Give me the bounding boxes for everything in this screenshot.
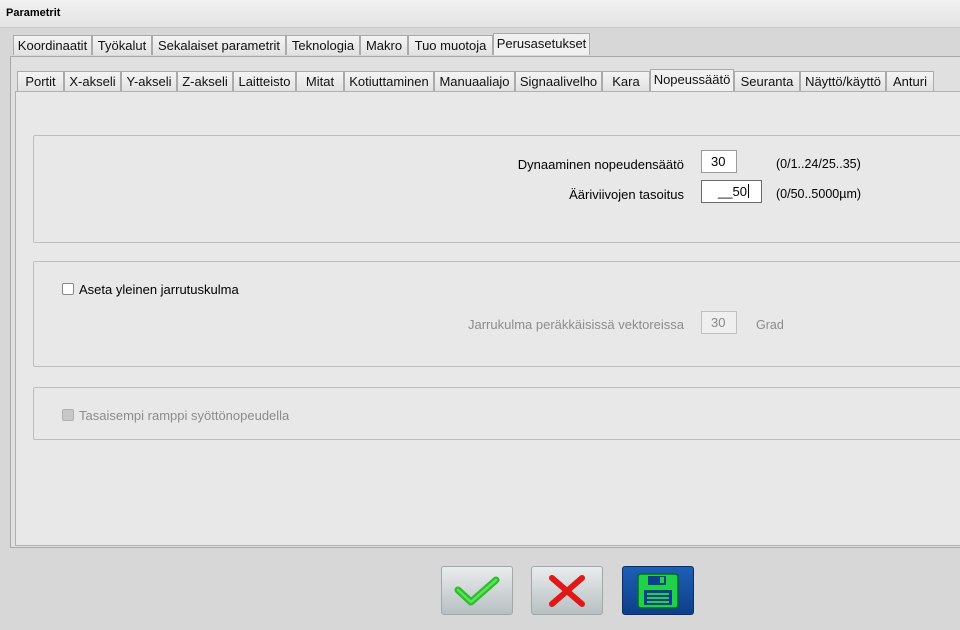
checkmark-icon [454, 576, 500, 605]
tab-perusasetukset[interactable]: Perusasetukset [493, 33, 590, 55]
tab-signaalivelho[interactable]: Signaalivelho [515, 71, 602, 91]
tab-makro[interactable]: Makro [360, 35, 408, 55]
tab-sekalaiset-parametrit[interactable]: Sekalaiset parametrit [152, 35, 286, 55]
ramp-group: Tasaisempi ramppi syöttönopeudella [33, 387, 960, 440]
cancel-button[interactable] [531, 566, 603, 615]
brake-angle-checkbox[interactable] [62, 283, 74, 295]
tab-z-akseli[interactable]: Z-akseli [177, 71, 233, 91]
tab-kotiuttaminen[interactable]: Kotiuttaminen [344, 71, 434, 91]
brake-angle-group: Aseta yleinen jarrutuskulma Jarrukulma p… [33, 261, 960, 367]
tab-kara[interactable]: Kara [602, 71, 650, 91]
smooth-ramp-checkbox[interactable] [62, 409, 74, 421]
brake-angle-checkbox-label: Aseta yleinen jarrutuskulma [79, 282, 239, 297]
tab-koordinaatit[interactable]: Koordinaatit [13, 35, 92, 55]
brake-angle-input[interactable]: 30 [701, 311, 737, 334]
tab-tyokalut[interactable]: Työkalut [92, 35, 152, 55]
tab-anturi[interactable]: Anturi [886, 71, 934, 91]
brake-angle-label: Jarrukulma peräkkäisissä vektoreissa [467, 317, 684, 332]
contour-smoothing-range: (0/50..5000µm) [776, 187, 862, 201]
window-title: Parametrit [6, 7, 61, 19]
brake-angle-unit: Grad [756, 318, 784, 332]
contour-smoothing-input[interactable]: __50 [701, 180, 762, 203]
dynamic-speed-label: Dynaaminen nopeudensäätö [517, 157, 684, 172]
ok-button[interactable] [441, 566, 513, 615]
tab-portit[interactable]: Portit [17, 71, 64, 91]
tab-mitat[interactable]: Mitat [296, 71, 344, 91]
tab-seuranta[interactable]: Seuranta [734, 71, 800, 91]
close-icon [549, 574, 585, 607]
contour-smoothing-value: __50 [718, 184, 747, 199]
dynamic-speed-range: (0/1..24/25..35) [776, 157, 861, 171]
tab-laitteisto[interactable]: Laitteisto [233, 71, 296, 91]
floppy-disk-icon [637, 572, 679, 609]
tab-nopeussaato[interactable]: Nopeussäätö [650, 69, 734, 91]
smooth-ramp-label: Tasaisempi ramppi syöttönopeudella [79, 408, 290, 423]
tab-teknologia[interactable]: Teknologia [286, 35, 360, 55]
tab-y-akseli[interactable]: Y-akseli [121, 71, 177, 91]
save-button[interactable] [622, 566, 694, 615]
contour-smoothing-label: Ääriviivojen tasoitus [569, 187, 684, 202]
speed-settings-group: Dynaaminen nopeudensäätö 30 (0/1..24/25.… [33, 135, 960, 243]
title-bar: Parametrit [0, 0, 960, 28]
tab-tuo-muotoja[interactable]: Tuo muotoja [408, 35, 493, 55]
dynamic-speed-input[interactable]: 30 [701, 150, 737, 173]
tab-naytto-kaytto[interactable]: Näyttö/käyttö [800, 71, 886, 91]
tab-x-akseli[interactable]: X-akseli [64, 71, 121, 91]
tab-manuaaliajo[interactable]: Manuaaliajo [434, 71, 515, 91]
text-caret [747, 184, 749, 198]
